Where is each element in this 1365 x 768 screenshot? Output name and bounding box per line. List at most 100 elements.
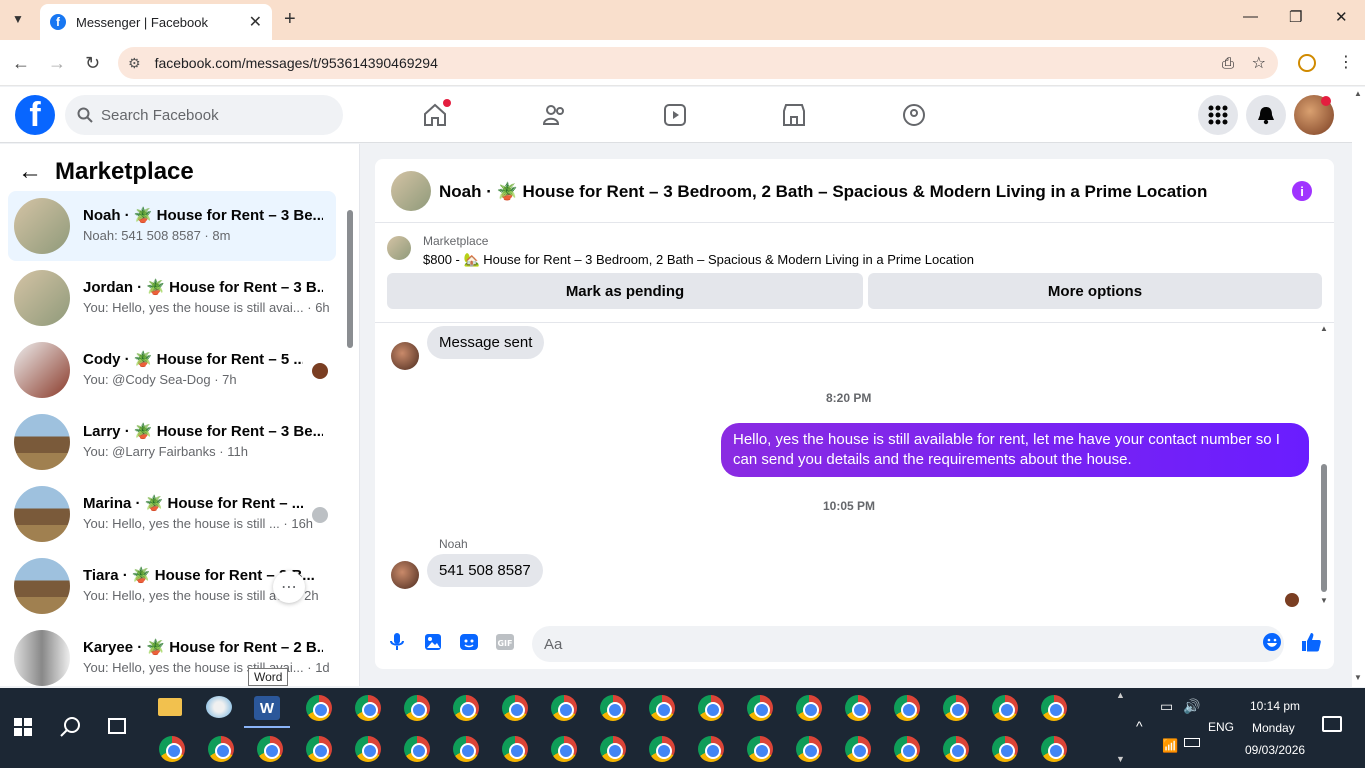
chrome-icon[interactable]	[453, 736, 479, 762]
clock-date[interactable]: 09/03/2026	[1245, 743, 1305, 757]
mark-as-pending-button[interactable]: Mark as pending	[387, 273, 863, 309]
chrome-icon[interactable]	[355, 695, 381, 721]
menu-grid-button[interactable]	[1198, 95, 1238, 135]
browser-tab[interactable]: f Messenger | Facebook ✕	[40, 4, 272, 40]
conversation-item[interactable]: Cody · 🪴 House for Rent – 5 ... You: @Co…	[8, 335, 336, 405]
chrome-icon[interactable]	[159, 736, 185, 762]
incoming-message[interactable]: Message sent	[427, 326, 545, 359]
chrome-icon[interactable]	[698, 736, 724, 762]
scrollbar-thumb[interactable]	[1321, 464, 1327, 592]
chrome-icon[interactable]	[747, 736, 773, 762]
chrome-icon[interactable]	[257, 736, 283, 762]
more-options-icon[interactable]: ⋯	[273, 571, 305, 603]
close-window-button[interactable]: ✕	[1335, 8, 1348, 26]
chrome-icon[interactable]	[1041, 695, 1067, 721]
chrome-icon[interactable]	[306, 736, 332, 762]
install-app-icon[interactable]: ⎙	[1222, 55, 1234, 72]
nav-video-icon[interactable]	[661, 101, 689, 129]
meet-now-icon[interactable]: ▭	[1160, 698, 1173, 715]
maximize-button[interactable]: ❐	[1289, 8, 1302, 26]
chrome-icon[interactable]	[551, 736, 577, 762]
chrome-icon[interactable]	[649, 695, 675, 721]
nav-friends-icon[interactable]	[541, 101, 569, 129]
listing-title[interactable]: $800 - 🏡 House for Rent – 3 Bedroom, 2 B…	[423, 252, 974, 268]
chrome-icon[interactable]	[992, 695, 1018, 721]
chrome-icon[interactable]	[894, 695, 920, 721]
task-view-icon[interactable]	[108, 718, 126, 734]
nav-groups-icon[interactable]	[900, 101, 928, 129]
site-info-icon[interactable]: ⚙	[128, 55, 141, 72]
notification-center-icon[interactable]	[1322, 716, 1342, 732]
close-tab-icon[interactable]: ✕	[249, 12, 262, 32]
windows-start-icon[interactable]	[14, 718, 32, 741]
search-icon[interactable]	[60, 716, 82, 743]
bookmark-star-icon[interactable]: ☆	[1252, 53, 1266, 73]
scroll-down-arrow-icon[interactable]: ▼	[1354, 673, 1362, 682]
conversation-item[interactable]: Larry · 🪴 House for Rent – 3 Be... You: …	[8, 407, 336, 477]
emoji-icon[interactable]	[1261, 631, 1283, 653]
like-icon[interactable]	[1300, 631, 1322, 653]
search-input[interactable]: Search Facebook	[65, 95, 343, 135]
photo-icon[interactable]	[422, 631, 444, 653]
conversation-item[interactable]: Jordan · 🪴 House for Rent – 3 B... You: …	[8, 263, 336, 333]
incoming-message[interactable]: 541 508 8587	[427, 554, 543, 587]
scroll-up-arrow-icon[interactable]: ▲	[1354, 89, 1362, 98]
chrome-icon[interactable]	[502, 736, 528, 762]
conversation-item[interactable]: Noah · 🪴 House for Rent – 3 Be... Noah: …	[8, 191, 336, 261]
info-icon[interactable]: i	[1292, 181, 1312, 201]
chrome-icon[interactable]	[943, 736, 969, 762]
chat-scrollbar[interactable]: ▲ ▼	[1319, 324, 1329, 609]
chrome-icon[interactable]	[649, 736, 675, 762]
url-bar[interactable]: ⚙ facebook.com/messages/t/95361439046929…	[118, 47, 1278, 79]
chat-avatar[interactable]	[391, 171, 431, 211]
chrome-icon[interactable]	[453, 695, 479, 721]
page-scrollbar[interactable]: ▲ ▼	[1352, 87, 1365, 687]
gif-icon[interactable]: GIF	[494, 631, 516, 653]
chrome-icon[interactable]	[404, 695, 430, 721]
word-icon[interactable]: W	[254, 696, 280, 720]
chrome-icon[interactable]	[845, 695, 871, 721]
back-icon[interactable]: ←	[12, 53, 30, 74]
scroll-up-arrow-icon[interactable]: ▲	[1320, 324, 1328, 333]
profile-icon[interactable]	[1298, 54, 1316, 72]
chrome-icon[interactable]	[600, 695, 626, 721]
volume-icon[interactable]: 🔊	[1183, 698, 1200, 715]
menu-kebab-icon[interactable]: ⋮	[1338, 52, 1354, 72]
chrome-icon[interactable]	[992, 736, 1018, 762]
back-arrow-icon[interactable]: ←	[18, 158, 42, 186]
wifi-icon[interactable]: 📶	[1162, 738, 1178, 754]
chrome-icon[interactable]	[208, 736, 234, 762]
chat-title[interactable]: Noah · 🪴 House for Rent – 3 Bedroom, 2 B…	[439, 182, 1207, 202]
message-input[interactable]: Aa	[532, 626, 1284, 662]
chrome-icon[interactable]	[404, 736, 430, 762]
chrome-icon[interactable]	[551, 695, 577, 721]
reload-icon[interactable]: ↻	[85, 53, 100, 74]
nav-home-icon[interactable]	[421, 99, 451, 129]
chrome-icon[interactable]	[306, 695, 332, 721]
forward-icon[interactable]: →	[48, 53, 66, 74]
chrome-icon[interactable]	[355, 736, 381, 762]
chrome-icon[interactable]	[894, 736, 920, 762]
chrome-icon[interactable]	[502, 695, 528, 721]
sticker-icon[interactable]	[458, 631, 480, 653]
show-hidden-icons-icon[interactable]: ^	[1136, 718, 1143, 734]
facebook-logo[interactable]: f	[15, 95, 55, 135]
chrome-icon[interactable]	[698, 695, 724, 721]
taskbar-scroll-down-icon[interactable]: ▼	[1116, 754, 1125, 764]
chrome-icon[interactable]	[845, 736, 871, 762]
tab-list-icon[interactable]: ▼	[12, 12, 24, 26]
conversation-item[interactable]: Marina · 🪴 House for Rent – ... You: Hel…	[8, 479, 336, 549]
file-explorer-icon[interactable]	[158, 698, 182, 716]
chrome-icon[interactable]	[796, 695, 822, 721]
notifications-button[interactable]	[1246, 95, 1286, 135]
clock-day[interactable]: Monday	[1252, 721, 1295, 735]
scrollbar-thumb[interactable]	[347, 210, 353, 348]
chrome-icon[interactable]	[747, 695, 773, 721]
taskbar-scroll-up-icon[interactable]: ▲	[1116, 690, 1125, 700]
chrome-icon[interactable]	[1041, 736, 1067, 762]
minimize-button[interactable]: —	[1243, 8, 1258, 25]
outgoing-message[interactable]: Hello, yes the house is still available …	[721, 423, 1309, 477]
listing-thumbnail[interactable]	[387, 236, 411, 260]
chrome-icon[interactable]	[796, 736, 822, 762]
nav-marketplace-icon[interactable]	[780, 101, 808, 129]
